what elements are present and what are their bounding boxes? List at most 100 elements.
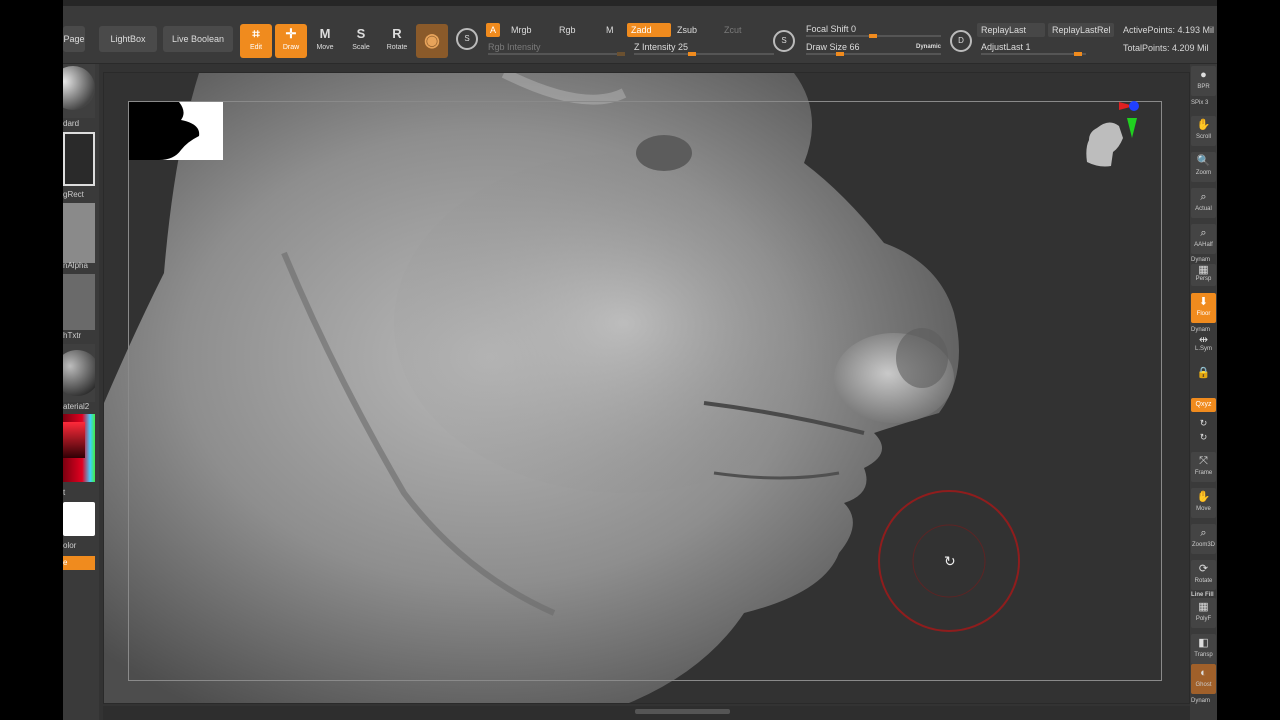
silhouette-icon bbox=[129, 102, 200, 160]
z-intensity-slider[interactable]: Z Intensity 25 bbox=[634, 41, 774, 56]
draw-button[interactable]: ✛ Draw bbox=[275, 24, 307, 58]
y-axis-arrow-icon bbox=[1127, 118, 1137, 138]
rgb-toggle[interactable]: Rgb bbox=[555, 23, 580, 37]
viewport-bottom-bar bbox=[103, 706, 1190, 720]
material-label: aterial2 bbox=[63, 402, 90, 411]
zoom3d-icon: ⌕ bbox=[1200, 527, 1207, 539]
edit-button[interactable]: ⌗ Edit bbox=[240, 24, 272, 58]
polyf-button[interactable]: ▦ PolyF bbox=[1191, 598, 1216, 628]
rotate-button[interactable]: R Rotate bbox=[381, 24, 413, 58]
brush-thumbnail[interactable] bbox=[63, 64, 95, 118]
move-button[interactable]: M Move bbox=[309, 24, 341, 58]
silhouette-thumbnail bbox=[129, 102, 223, 160]
document-frame bbox=[128, 101, 1162, 681]
lsym-label: L.Sym bbox=[1194, 346, 1212, 352]
ghost-icon: ◐ bbox=[1200, 667, 1207, 679]
total-points-readout: TotalPoints: 4.209 Mil bbox=[1123, 43, 1209, 53]
hand-icon: ✋ bbox=[1196, 119, 1211, 131]
edit-label: Edit bbox=[249, 44, 263, 51]
zoom3d-button[interactable]: ⌕ Zoom3D bbox=[1191, 524, 1216, 554]
lazy-mouse-icon[interactable]: S bbox=[773, 30, 795, 52]
zcut-toggle[interactable]: Zcut bbox=[720, 23, 746, 37]
stroke-label: gRect bbox=[63, 190, 84, 199]
lock-icon: 🔒 bbox=[1196, 367, 1211, 379]
switch-color-button[interactable]: e bbox=[63, 556, 95, 570]
rotate-view-button[interactable]: ⟳ Rotate bbox=[1191, 560, 1216, 590]
actual-button[interactable]: ⌕ Actual bbox=[1191, 188, 1216, 218]
texture-thumbnail[interactable] bbox=[63, 274, 95, 330]
scroll-button[interactable]: ✋ Scroll bbox=[1191, 116, 1216, 146]
aahalf-button[interactable]: ⌕ AAHalf bbox=[1191, 224, 1216, 254]
replay-last-rel-button[interactable]: ReplayLastRel bbox=[1048, 23, 1114, 37]
persp-label: Persp bbox=[1195, 276, 1212, 282]
ghost-button[interactable]: ◐ Ghost bbox=[1191, 664, 1216, 694]
replay-icon[interactable]: D bbox=[950, 30, 972, 52]
floor-button[interactable]: ⬇ Floor bbox=[1191, 293, 1216, 323]
lightbox-button[interactable]: LightBox bbox=[99, 26, 157, 52]
rotate-view-icon: ⟳ bbox=[1198, 563, 1209, 575]
a-toggle[interactable]: A bbox=[486, 23, 501, 37]
spotlight-icon[interactable]: S bbox=[456, 28, 478, 50]
rotate-icon: R bbox=[392, 26, 402, 41]
material-sphere-icon: ◉ bbox=[424, 30, 440, 50]
page-button[interactable]: Page bbox=[63, 26, 85, 52]
scale-button[interactable]: S Scale bbox=[345, 24, 377, 58]
transp-label: Transp bbox=[1194, 652, 1213, 658]
spix-label[interactable]: SPix 3 bbox=[1191, 100, 1208, 106]
grid-icon: ▦ bbox=[1198, 264, 1209, 276]
focal-shift-slider[interactable]: Focal Shift 0 bbox=[806, 23, 941, 38]
m-toggle[interactable]: M bbox=[602, 23, 618, 37]
lock-button[interactable]: 🔒 bbox=[1191, 364, 1216, 388]
letterbox-right bbox=[1217, 0, 1280, 720]
zoom-button[interactable]: 🔍 Zoom bbox=[1191, 152, 1216, 182]
bpr-icon: ● bbox=[1200, 69, 1207, 81]
floor-icon: ⬇ bbox=[1198, 296, 1209, 308]
left-shelf: dard gRect nAlpha hTxtr aterial2 t olor … bbox=[63, 64, 100, 720]
color-picker[interactable] bbox=[63, 414, 95, 482]
gradient-label: t bbox=[63, 488, 66, 497]
hand-icon: ✋ bbox=[1196, 491, 1211, 503]
magnifier-icon: 🔍 bbox=[1196, 155, 1211, 167]
transparency-icon: ◧ bbox=[1198, 637, 1209, 649]
navigation-gizmo[interactable] bbox=[1079, 98, 1159, 198]
stroke-thumbnail[interactable] bbox=[63, 132, 95, 186]
rgb-intensity-slider[interactable]: Rgb Intensity bbox=[488, 41, 625, 56]
scale-label: Scale bbox=[352, 44, 370, 51]
head-orientation-icon bbox=[1086, 122, 1123, 167]
adjust-last-slider[interactable]: AdjustLast 1 bbox=[981, 41, 1086, 56]
zoom-label: Zoom bbox=[1195, 170, 1212, 176]
canvas-viewport[interactable]: ↻ bbox=[103, 72, 1190, 704]
lsym-button[interactable]: ⇹ L.Sym bbox=[1191, 334, 1216, 356]
xyz-button[interactable]: Qxyz bbox=[1191, 398, 1216, 412]
rotate-view-label: Rotate bbox=[1194, 578, 1213, 584]
zsub-toggle[interactable]: Zsub bbox=[673, 23, 701, 37]
shelf-toggle-handle[interactable] bbox=[635, 709, 730, 714]
material-swatch-button[interactable]: ◉ bbox=[416, 24, 448, 58]
alpha-thumbnail[interactable] bbox=[63, 203, 95, 263]
live-boolean-button[interactable]: Live Boolean bbox=[163, 26, 233, 52]
bpr-button[interactable]: ● BPR bbox=[1191, 66, 1216, 96]
mrgb-toggle[interactable]: Mrgb bbox=[507, 23, 536, 37]
color-label: olor bbox=[63, 541, 77, 550]
transp-button[interactable]: ◧ Transp bbox=[1191, 634, 1216, 664]
adjust-last-label: AdjustLast 1 bbox=[981, 42, 1031, 52]
scale-icon: S bbox=[356, 26, 366, 41]
dynamic-toggle[interactable]: Dynamic bbox=[916, 41, 941, 53]
bpr-label: BPR bbox=[1197, 84, 1210, 90]
active-points-readout: ActivePoints: 4.193 Mil bbox=[1123, 25, 1215, 35]
actual-icon: ⌕ bbox=[1200, 191, 1207, 203]
rotate-axis-buttons[interactable]: ↻ ↻ bbox=[1191, 416, 1216, 446]
dynamic-label-1: Dynam bbox=[1191, 257, 1211, 263]
dynamic-label-2: Dynam bbox=[1191, 327, 1211, 333]
material-thumbnail[interactable] bbox=[63, 344, 100, 402]
frame-label: Frame bbox=[1194, 470, 1213, 476]
frame-button[interactable]: ⤧ Frame bbox=[1191, 452, 1216, 482]
zadd-toggle[interactable]: Zadd bbox=[627, 23, 671, 37]
standard-brush-icon bbox=[63, 66, 95, 110]
persp-button[interactable]: ▦ Persp bbox=[1191, 264, 1216, 286]
move-view-button[interactable]: ✋ Move bbox=[1191, 488, 1216, 518]
aahalf-label: AAHalf bbox=[1194, 242, 1213, 248]
main-color-swatch[interactable] bbox=[63, 502, 95, 536]
draw-size-slider[interactable]: Draw Size 66 Dynamic bbox=[806, 41, 941, 56]
replay-last-button[interactable]: ReplayLast bbox=[977, 23, 1045, 37]
